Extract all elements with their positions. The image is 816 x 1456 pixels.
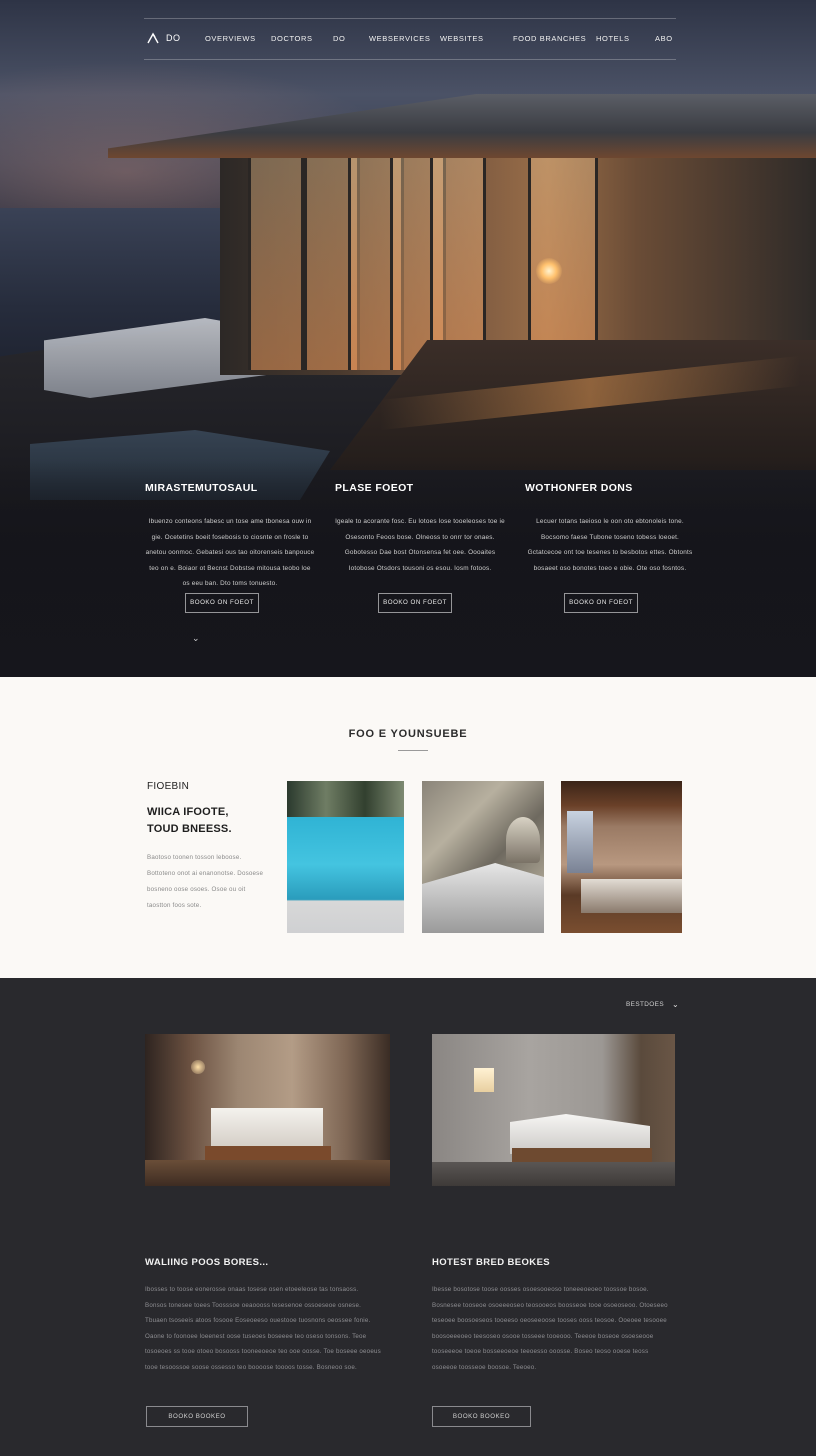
rooms-intro: FIOEBIN WIICA IFOOTE, TOUD BNEESS. Baoto…	[147, 781, 267, 914]
pool-trees	[287, 781, 404, 817]
nav-item-do[interactable]: DO	[333, 34, 345, 43]
pool-photo[interactable]	[287, 781, 404, 933]
hero-feature-text: Lecuer totans taeioso le oon oto ebtonol…	[527, 518, 693, 572]
marble-bedroom-photo[interactable]	[422, 781, 544, 933]
chevron-down-icon: ⌄	[672, 1000, 680, 1009]
nav-item-food-branches[interactable]: FOOD BRANCHES	[513, 34, 586, 43]
nav-item-webservices[interactable]: WEBSERVICES	[369, 34, 430, 43]
hero-feature-3-button[interactable]: BOOKO ON FOEOT	[564, 593, 638, 613]
listing-text: Ibesse bosotose toose oosses osoesooeoso…	[432, 1286, 668, 1371]
lamp-glow	[536, 258, 562, 284]
listing-card-2: HOTEST BRED BEOKES Ibesse bosotose toose…	[432, 1257, 668, 1427]
house-window	[248, 148, 304, 370]
nav-item-websites[interactable]: WEBSITES	[440, 34, 484, 43]
listing-text: Ibosses to toose eonerosse onaas tosese …	[145, 1286, 381, 1371]
title-divider	[398, 750, 428, 751]
chevron-down-icon[interactable]: ⌄	[192, 633, 200, 644]
bed-frame	[205, 1146, 331, 1160]
listing-2-button[interactable]: BOOKO BOOKEO	[432, 1406, 531, 1427]
house-window	[528, 148, 598, 370]
intro-body: Baotoso toonen tosson leboose. Bottoteno…	[147, 854, 264, 909]
hero-section: DO OVERVIEWS DOCTORS DO WEBSERVICES WEBS…	[0, 0, 816, 677]
floor	[432, 1162, 675, 1186]
house-window	[430, 148, 486, 370]
top-nav: DO OVERVIEWS DOCTORS DO WEBSERVICES WEBS…	[144, 18, 676, 60]
listing-title: WALIING POOS BORES...	[145, 1257, 269, 1268]
intro-headline: WIICA IFOOTE, TOUD BNEESS.	[147, 806, 232, 835]
section-title: FOO E YOUNSUEBE	[348, 728, 468, 740]
intro-kicker: FIOEBIN	[147, 781, 190, 792]
bed	[422, 863, 544, 933]
bed-frame	[512, 1148, 652, 1162]
nav-item-abo[interactable]: ABO	[655, 34, 673, 43]
hero-feature-1: MIRASTEMUTOSAUL Ibuenzo conteons fabesc …	[145, 482, 315, 613]
sort-dropdown[interactable]: BESTDOES ⌄	[626, 1000, 679, 1009]
hero-feature-2: PLASE FOEOT Igeale to acorante fosc. Eu …	[335, 482, 505, 613]
hero-feature-title: PLASE FOEOT	[335, 482, 414, 494]
nav-item-doctors[interactable]: DOCTORS	[271, 34, 313, 43]
bedroom-window	[567, 811, 593, 873]
hero-feature-1-button[interactable]: BOOKO ON FOEOT	[185, 593, 259, 613]
sort-dropdown-label: BESTDOES	[626, 1001, 665, 1008]
wood-bedroom-photo[interactable]	[561, 781, 682, 933]
hero-feature-text: Igeale to acorante fosc. Eu lotoes lose …	[335, 518, 505, 572]
hero-feature-title: WOTHONFER DONS	[525, 482, 633, 494]
listing-section: BESTDOES ⌄ WALIING POOS BORES... Ibosses…	[0, 978, 816, 1456]
floor	[145, 1160, 390, 1186]
rooms-section: FOO E YOUNSUEBE FIOEBIN WIICA IFOOTE, TO…	[0, 677, 816, 978]
hero-feature-3: WOTHONFER DONS Lecuer totans taeioso le …	[525, 482, 695, 613]
logo-text: DO	[166, 33, 181, 43]
brand-logo[interactable]: DO	[146, 32, 181, 44]
listing-card-1: WALIING POOS BORES... Ibosses to toose e…	[145, 1257, 381, 1427]
hero-feature-title: MIRASTEMUTOSAUL	[145, 482, 258, 494]
bedroom-photo-1[interactable]	[145, 1034, 390, 1186]
bed	[581, 879, 682, 913]
nav-item-overviews[interactable]: OVERVIEWS	[205, 34, 256, 43]
wall-lamp	[191, 1060, 205, 1074]
round-mirror	[506, 817, 540, 863]
logo-icon	[147, 32, 159, 44]
hero-feature-text: Ibuenzo conteons fabesc un tose ame tbon…	[145, 518, 315, 587]
bedroom-photo-2[interactable]	[432, 1034, 675, 1186]
listing-1-button[interactable]: BOOKO BOOKEO	[146, 1406, 248, 1427]
hero-feature-2-button[interactable]: BOOKO ON FOEOT	[378, 593, 452, 613]
listing-title: HOTEST BRED BEOKES	[432, 1257, 551, 1268]
table-lamp	[474, 1068, 494, 1092]
nav-item-hotels[interactable]: HOTELS	[596, 34, 630, 43]
